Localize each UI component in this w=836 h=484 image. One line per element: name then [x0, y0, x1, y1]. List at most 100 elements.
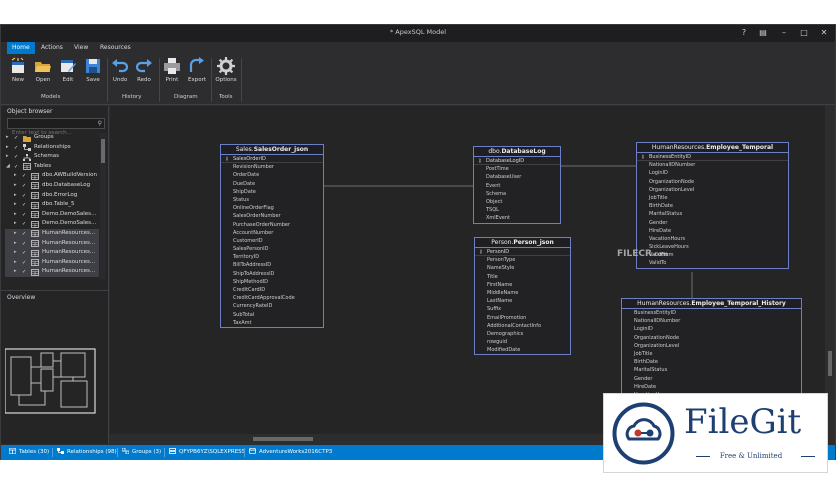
- status-tables[interactable]: Tables (30): [9, 445, 49, 460]
- table-column[interactable]: AccountNumber: [221, 229, 323, 237]
- tree-item[interactable]: ▸ ✓ HumanResources...: [5, 238, 99, 249]
- table-column[interactable]: PostTime: [474, 165, 560, 173]
- table-header[interactable]: HumanResources.Employee_Temporal_History: [622, 299, 801, 309]
- horizontal-scrollbar-thumb[interactable]: [253, 437, 313, 441]
- table-column[interactable]: JobTitle: [622, 350, 801, 358]
- chevron-right-icon[interactable]: ▸: [14, 191, 20, 201]
- checkbox[interactable]: ✓: [22, 202, 28, 208]
- table-column[interactable]: Title: [475, 273, 570, 281]
- table-header[interactable]: dbo.DatabaseLog: [474, 147, 560, 157]
- table-column[interactable]: BillToAddressID: [221, 261, 323, 269]
- table-dbo-databaselog[interactable]: dbo.DatabaseLog ⚷ DatabaseLogID PostTime Dat…: [473, 146, 561, 224]
- table-column[interactable]: MaritalStatus: [622, 366, 801, 374]
- tree-item[interactable]: ▸ ✓ Relationships: [5, 143, 99, 153]
- table-column[interactable]: HireDate: [622, 383, 801, 391]
- table-header[interactable]: Sales.SalesOrder_json: [221, 145, 323, 155]
- table-header[interactable]: Person.Person_json: [475, 238, 570, 248]
- checkbox[interactable]: ✓: [22, 250, 28, 256]
- table-column[interactable]: FirstName: [475, 281, 570, 289]
- tree-item[interactable]: ▸ ✓ Groups: [5, 133, 99, 143]
- table-column[interactable]: ShipMethodID: [221, 278, 323, 286]
- checkbox[interactable]: ✓: [22, 241, 28, 247]
- table-column[interactable]: SalesOrderNumber: [221, 212, 323, 220]
- minimize-button[interactable]: –: [778, 27, 790, 39]
- table-column[interactable]: LastName: [475, 297, 570, 305]
- tree-item[interactable]: ▸ ✓ HumanResources...: [5, 257, 99, 268]
- tree-item[interactable]: ▸ ✓ Schemas: [5, 152, 99, 162]
- table-column[interactable]: Gender: [622, 375, 801, 383]
- checkbox[interactable]: ✓: [22, 173, 28, 179]
- chevron-right-icon[interactable]: ▸: [14, 200, 20, 210]
- checkbox[interactable]: ✓: [14, 164, 20, 170]
- checkbox[interactable]: ✓: [14, 145, 20, 151]
- table-column[interactable]: Gender: [637, 219, 788, 227]
- checkbox[interactable]: ✓: [14, 135, 20, 141]
- chevron-right-icon[interactable]: ▸: [6, 143, 12, 153]
- table-column[interactable]: PersonType: [475, 256, 570, 264]
- checkbox[interactable]: ✓: [22, 269, 28, 275]
- chevron-right-icon[interactable]: ▸: [6, 133, 12, 143]
- primary-key-column[interactable]: ⚷ PersonID: [475, 248, 570, 257]
- table-column[interactable]: OrganizationLevel: [637, 186, 788, 194]
- table-column[interactable]: OrganizationLevel: [622, 342, 801, 350]
- table-column[interactable]: ValidTo: [637, 259, 788, 267]
- chevron-right-icon[interactable]: ▸: [14, 171, 20, 181]
- table-column[interactable]: OrganizationNode: [622, 334, 801, 342]
- primary-key-column[interactable]: ⚷ DatabaseLogID: [474, 157, 560, 166]
- chevron-right-icon[interactable]: ▸: [14, 248, 20, 258]
- table-column[interactable]: CustomerID: [221, 237, 323, 245]
- table-column[interactable]: ShipToAddressID: [221, 270, 323, 278]
- chevron-right-icon[interactable]: ▸: [14, 229, 20, 239]
- chevron-right-icon[interactable]: ▸: [14, 181, 20, 191]
- vertical-scrollbar-thumb[interactable]: [828, 351, 832, 376]
- close-button[interactable]: ✕: [818, 27, 830, 39]
- checkbox[interactable]: ✓: [22, 212, 28, 218]
- tree-item[interactable]: ◢ ✓ Tables: [5, 162, 99, 172]
- search-icon[interactable]: ⚲: [98, 120, 102, 127]
- table-column[interactable]: NationalIDNumber: [637, 161, 788, 169]
- edit-button[interactable]: Edit: [56, 57, 80, 83]
- table-column[interactable]: Status: [221, 196, 323, 204]
- tree-item[interactable]: ▸ ✓ dbo.AWBuildVersion: [5, 171, 99, 181]
- tree-scrollbar-thumb[interactable]: [101, 139, 105, 163]
- chevron-right-icon[interactable]: ▸: [14, 258, 20, 268]
- status-relationships[interactable]: Relationships (98): [57, 445, 117, 460]
- object-search-box[interactable]: ⚲: [7, 118, 105, 138]
- tree-item[interactable]: ▸ ✓ Demo.DemoSales...: [5, 219, 99, 229]
- table-column[interactable]: ShipDate: [221, 188, 323, 196]
- table-column[interactable]: AdditionalContactInfo: [475, 322, 570, 330]
- tree-item[interactable]: ▸ ✓ dbo.Table_5: [5, 200, 99, 210]
- tree-item[interactable]: ▸ ✓ HumanResources...: [5, 228, 99, 239]
- tab-home[interactable]: Home: [7, 42, 35, 54]
- checkbox[interactable]: ✓: [22, 231, 28, 237]
- table-header[interactable]: HumanResources.Employee_Temporal: [637, 143, 788, 153]
- tab-actions[interactable]: Actions: [36, 42, 68, 54]
- table-column[interactable]: OrderDate: [221, 171, 323, 179]
- chevron-down-icon[interactable]: ◢: [6, 162, 12, 172]
- overview-minimap[interactable]: [5, 347, 105, 417]
- table-column[interactable]: XmlEvent: [474, 214, 560, 222]
- table-column[interactable]: TaxAmt: [221, 319, 323, 327]
- table-column[interactable]: Schema: [474, 190, 560, 198]
- table-column[interactable]: SalesPersonID: [221, 245, 323, 253]
- checkbox[interactable]: ✓: [14, 154, 20, 160]
- table-column[interactable]: NationalIDNumber: [622, 317, 801, 325]
- table-person-person-json[interactable]: Person.Person_json ⚷ PersonID PersonType Nam…: [474, 237, 571, 356]
- chevron-right-icon[interactable]: ▸: [6, 152, 12, 162]
- checkbox[interactable]: ✓: [22, 183, 28, 189]
- table-column[interactable]: HireDate: [637, 227, 788, 235]
- export-button[interactable]: Export: [185, 57, 209, 83]
- table-column[interactable]: LoginID: [622, 325, 801, 333]
- table-column[interactable]: BusinessEntityID: [622, 309, 801, 317]
- tree-item[interactable]: ▸ ✓ Demo.DemoSales...: [5, 210, 99, 220]
- help-icon[interactable]: ?: [738, 27, 750, 39]
- table-column[interactable]: BirthDate: [637, 202, 788, 210]
- table-column[interactable]: TSQL: [474, 206, 560, 214]
- table-column[interactable]: DatabaseUser: [474, 173, 560, 181]
- table-column[interactable]: LoginID: [637, 169, 788, 177]
- checkbox[interactable]: ✓: [22, 260, 28, 266]
- table-column[interactable]: NameStyle: [475, 264, 570, 272]
- table-column[interactable]: OrganizationNode: [637, 178, 788, 186]
- table-column[interactable]: Demographics: [475, 330, 570, 338]
- tab-resources[interactable]: Resources: [95, 42, 136, 54]
